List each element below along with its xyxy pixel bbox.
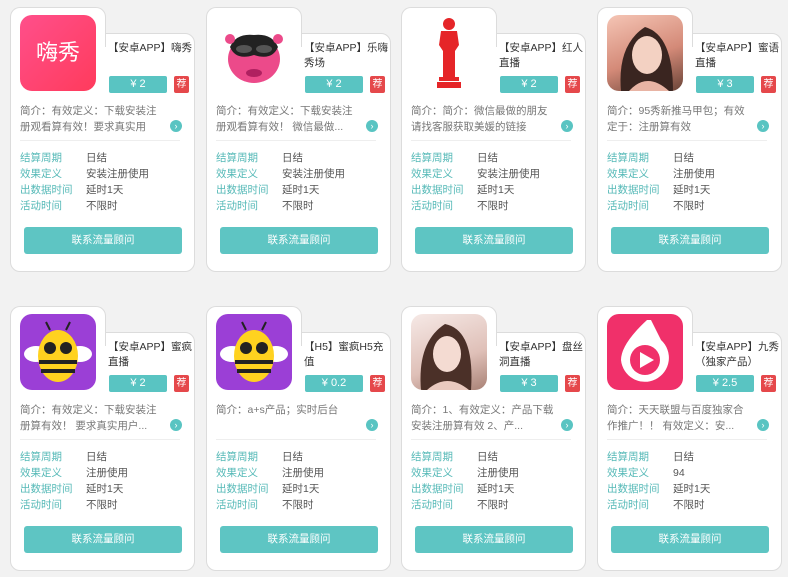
- product-intro: 简介：a+s产品；实时后台: [216, 404, 339, 416]
- info-list: 结算周期 日结 效果定义 注册使用 出数据时间 延时1天 活动时间 不限时: [607, 152, 715, 212]
- lehai-mask-logo-icon: [216, 15, 292, 91]
- divider: [607, 140, 767, 141]
- contact-button[interactable]: 联系流量顾问: [24, 227, 182, 254]
- contact-button[interactable]: 联系流量顾问: [415, 227, 573, 254]
- price-badge: ¥ 0.2: [305, 375, 363, 392]
- contact-button[interactable]: 联系流量顾问: [24, 526, 182, 553]
- recommend-badge: 荐: [565, 375, 580, 392]
- divider: [216, 140, 376, 141]
- product-card[interactable]: 【安卓APP】盘丝洞直播 ¥ 3 荐 简介：1、有效定义：产品下载安装注册算有效…: [401, 306, 586, 571]
- expand-arrow-icon[interactable]: ›: [757, 120, 769, 132]
- expand-arrow-icon[interactable]: ›: [170, 419, 182, 431]
- expand-arrow-icon[interactable]: ›: [757, 419, 769, 431]
- product-intro: 简介：1、有效定义：产品下载安装注册算有效 2、产...: [411, 404, 554, 432]
- price-badge: ¥ 2.5: [696, 375, 754, 392]
- price-badge: ¥ 2: [109, 375, 167, 392]
- info-list: 结算周期 日结 效果定义 安装注册使用 出数据时间 延时1天 活动时间 不限时: [216, 152, 345, 212]
- divider: [216, 439, 376, 440]
- contact-button[interactable]: 联系流量顾问: [611, 227, 769, 254]
- product-card[interactable]: 【H5】蜜疯H5充值 ¥ 0.2 荐 简介：a+s产品；实时后台 › 结算周期日…: [206, 306, 391, 571]
- divider: [20, 140, 180, 141]
- divider: [20, 439, 180, 440]
- bee-logo-icon: [216, 314, 292, 390]
- expand-arrow-icon[interactable]: ›: [561, 120, 573, 132]
- product-card[interactable]: 【安卓APP】乐嗨秀场 ¥ 2 荐 简介：有效定义：下载安装注册观看算有效！ 微…: [206, 7, 391, 272]
- product-title: 【安卓APP】盘丝洞直播: [499, 341, 584, 368]
- product-intro: 简介：有效定义：下载安装注册算有效！ 要求真实用户...: [20, 404, 157, 432]
- product-title: 【安卓APP】蜜语直播: [695, 42, 780, 69]
- product-card[interactable]: 【安卓APP】九秀（独家产品） ¥ 2.5 荐 简介：天天联盟与百度独家合作推广…: [597, 306, 782, 571]
- product-title: 【安卓APP】九秀（独家产品）: [695, 341, 780, 368]
- recommend-badge: 荐: [761, 375, 776, 392]
- product-intro: 简介：95秀新推马甲包；有效定于：注册算有效: [607, 105, 745, 133]
- haixiu-logo-icon: 嗨秀: [20, 15, 96, 91]
- expand-arrow-icon[interactable]: ›: [366, 419, 378, 431]
- product-card[interactable]: 嗨秀 【安卓APP】嗨秀 ¥ 2 荐 简介：有效定义：下载安装注册观看算有效！要…: [10, 7, 195, 272]
- divider: [607, 439, 767, 440]
- product-title: 【H5】蜜疯H5充值: [304, 341, 384, 368]
- product-card[interactable]: 【安卓APP】蜜疯直播 ¥ 2 荐 简介：有效定义：下载安装注册算有效！ 要求真…: [10, 306, 195, 571]
- info-list: 结算周期 日结 效果定义 注册使用 出数据时间 延时1天 活动时间 不限时: [411, 451, 519, 511]
- product-card[interactable]: 【安卓APP】红人直播 ¥ 2 荐 简介：简介：微信最做的朋友请找客服获取美媛的…: [401, 7, 586, 272]
- price-badge: ¥ 3: [696, 76, 754, 93]
- bee-logo-icon: [20, 314, 96, 390]
- expand-arrow-icon[interactable]: ›: [561, 419, 573, 431]
- price-badge: ¥ 2: [500, 76, 558, 93]
- price-badge: ¥ 2: [109, 76, 167, 93]
- recommend-badge: 荐: [761, 76, 776, 93]
- price-badge: ¥ 3: [500, 375, 558, 392]
- divider: [411, 439, 571, 440]
- contact-button[interactable]: 联系流量顾问: [415, 526, 573, 553]
- jiuxiu-play-logo-icon: [607, 314, 683, 390]
- product-intro: 简介：天天联盟与百度独家合作推广！！ 有效定义：安...: [607, 404, 744, 432]
- product-intro: 简介：有效定义：下载安装注册观看算有效！要求真实用户...: [20, 105, 157, 133]
- info-list: 结算周期 日结 效果定义 注册使用 出数据时间 延时1天 活动时间 不限时: [216, 451, 324, 511]
- info-list: 结算周期 日结 效果定义 安装注册使用 出数据时间 延时1天 活动时间 不限时: [20, 152, 149, 212]
- product-title: 【安卓APP】嗨秀: [108, 42, 193, 54]
- product-card[interactable]: 【安卓APP】蜜语直播 ¥ 3 荐 简介：95秀新推马甲包；有效定于：注册算有效…: [597, 7, 782, 272]
- divider: [411, 140, 571, 141]
- product-intro: 简介：有效定义：下载安装注册观看算有效！ 微信最做...: [216, 105, 353, 133]
- woman-photo-icon: [607, 15, 683, 91]
- recommend-badge: 荐: [174, 76, 189, 93]
- recommend-badge: 荐: [370, 375, 385, 392]
- product-title: 【安卓APP】乐嗨秀场: [304, 42, 389, 69]
- info-list: 结算周期 日结 效果定义 安装注册使用 出数据时间 延时1天 活动时间 不限时: [411, 152, 540, 212]
- recommend-badge: 荐: [370, 76, 385, 93]
- contact-button[interactable]: 联系流量顾问: [220, 227, 378, 254]
- oscar-figure-logo-icon: [411, 15, 487, 91]
- contact-button[interactable]: 联系流量顾问: [220, 526, 378, 553]
- expand-arrow-icon[interactable]: ›: [170, 120, 182, 132]
- recommend-badge: 荐: [565, 76, 580, 93]
- product-title: 【安卓APP】蜜疯直播: [108, 341, 193, 368]
- price-badge: ¥ 2: [305, 76, 363, 93]
- product-intro: 简介：简介：微信最做的朋友请找客服获取美媛的链接呢。...: [411, 105, 548, 133]
- woman-photo-icon: [411, 314, 487, 390]
- product-title: 【安卓APP】红人直播: [499, 42, 584, 69]
- info-list: 结算周期 日结 效果定义 94 出数据时间 延时1天 活动时间 不限时: [607, 451, 711, 511]
- expand-arrow-icon[interactable]: ›: [366, 120, 378, 132]
- contact-button[interactable]: 联系流量顾问: [611, 526, 769, 553]
- recommend-badge: 荐: [174, 375, 189, 392]
- info-list: 结算周期 日结 效果定义 注册使用 出数据时间 延时1天 活动时间 不限时: [20, 451, 128, 511]
